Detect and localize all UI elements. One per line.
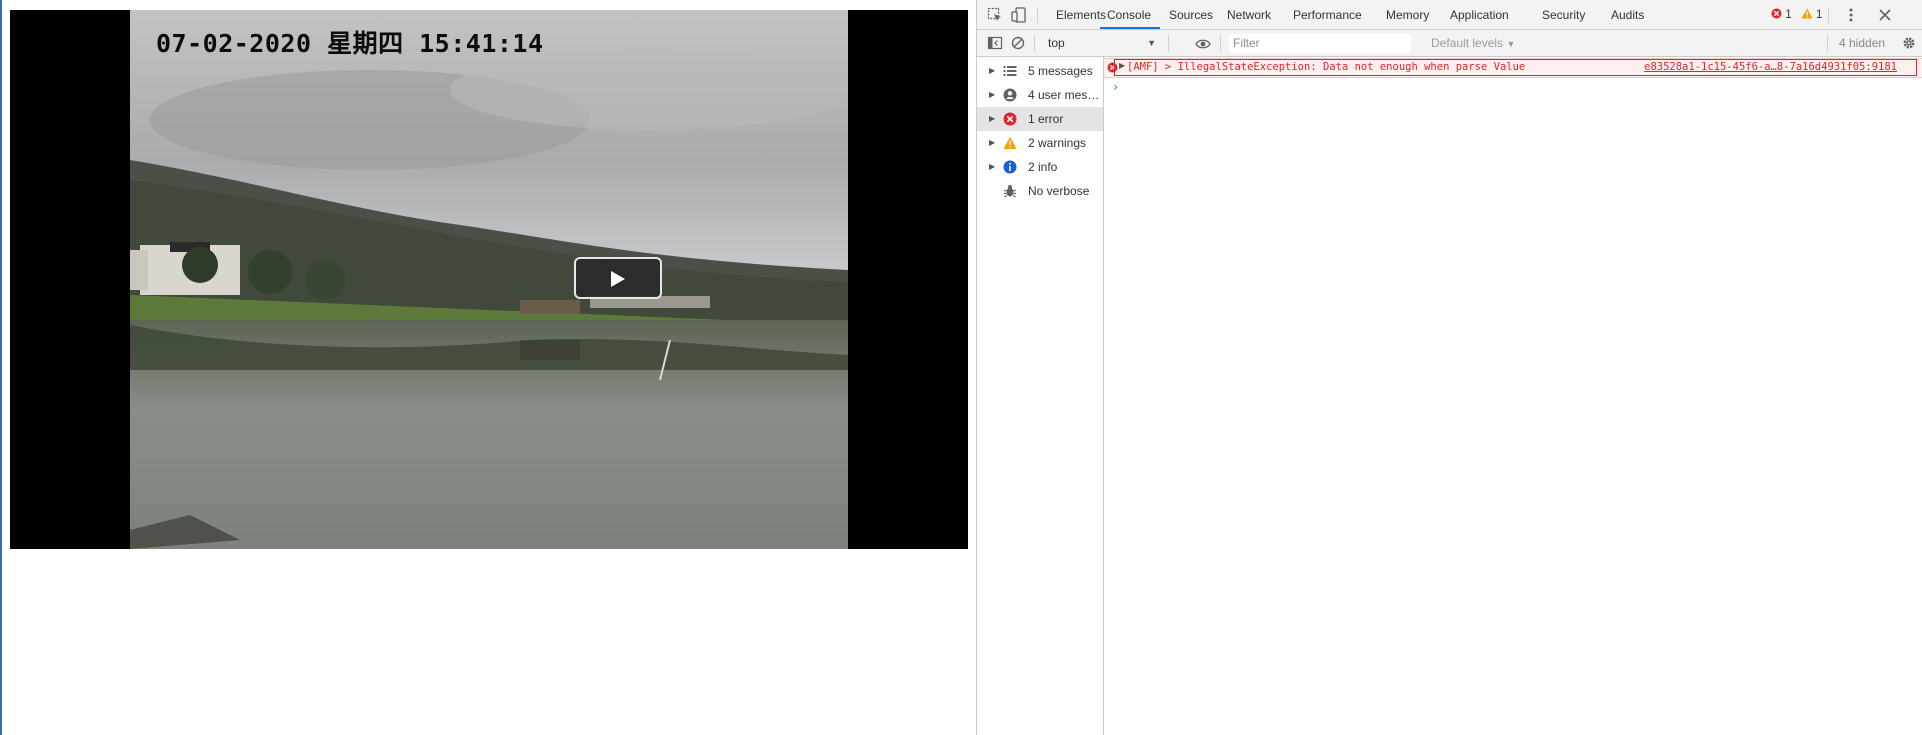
info-icon [1003, 160, 1017, 174]
sidebar-item-warnings[interactable]: ▶ 2 warnings [977, 131, 1103, 155]
sidebar-item-info[interactable]: ▶ 2 info [977, 155, 1103, 179]
tab-sources[interactable]: Sources [1162, 0, 1220, 29]
console-prompt[interactable]: › [1112, 80, 1119, 94]
video-player[interactable]: 07-02-2020 星期四 15:41:14 [10, 10, 968, 549]
devtools-panel: Elements Console Sources Network Perform… [976, 0, 1922, 735]
sidebar-label: 1 error [1028, 112, 1064, 126]
expand-arrow-icon: ▶ [989, 162, 996, 171]
console-settings-gear-icon[interactable] [1901, 35, 1917, 51]
web-page: 07-02-2020 星期四 15:41:14 [0, 0, 976, 735]
error-icon [1003, 112, 1017, 126]
clear-console-icon[interactable] [1010, 35, 1026, 51]
close-devtools-icon[interactable] [1877, 7, 1893, 23]
hidden-messages-count: 4 hidden [1839, 36, 1886, 50]
expand-arrow-icon: ▶ [989, 138, 996, 147]
list-icon [1003, 66, 1017, 76]
tab-memory[interactable]: Memory [1379, 0, 1436, 29]
inspect-element-icon[interactable] [987, 7, 1003, 23]
sidebar-item-errors[interactable]: ▶ 1 error [977, 107, 1103, 131]
sidebar-label: 4 user messages [1028, 88, 1102, 102]
filter-placeholder: Filter [1233, 36, 1260, 50]
page-edge [0, 0, 2, 735]
sidebar-label: 2 warnings [1028, 136, 1087, 150]
sidebar-label: 5 messages [1028, 64, 1093, 78]
filter-input[interactable]: Filter [1229, 34, 1411, 53]
tabbar-divider-right [1828, 7, 1829, 23]
warning-count-icon [1801, 8, 1813, 19]
console-sidebar: ▶ 5 messages ▶ 4 user messages ▶ 1 e [977, 57, 1104, 735]
sidebar-toggle-icon[interactable] [987, 35, 1003, 51]
tab-performance[interactable]: Performance [1286, 0, 1369, 29]
sidebar-item-messages[interactable]: ▶ 5 messages [977, 59, 1103, 83]
toolbar-divider [1827, 35, 1828, 52]
console-error-message[interactable]: ▶ [AMF] > IllegalStateException: Data no… [1104, 58, 1922, 78]
devtools-tabbar: Elements Console Sources Network Perform… [977, 0, 1922, 30]
user-icon [1003, 88, 1017, 102]
dropdown-arrow-icon: ▼ [1147, 38, 1156, 48]
log-levels-label: Default levels [1431, 36, 1504, 50]
video-timestamp: 07-02-2020 星期四 15:41:14 [156, 29, 544, 58]
expand-arrow-icon: ▶ [989, 114, 996, 123]
context-value: top [1048, 36, 1065, 50]
context-selector[interactable]: top ▼ [1045, 33, 1162, 53]
error-count-icon [1771, 8, 1782, 19]
tab-application[interactable]: Application [1443, 0, 1516, 29]
video-scene [130, 10, 848, 549]
tab-console[interactable]: Console [1100, 0, 1160, 29]
console-output[interactable]: ▶ [AMF] > IllegalStateException: Data no… [1104, 57, 1922, 735]
sidebar-item-user-messages[interactable]: ▶ 4 user messages [977, 83, 1103, 107]
toolbar-divider [1168, 35, 1169, 52]
expand-arrow-icon: ▶ [989, 66, 996, 75]
tab-audits[interactable]: Audits [1604, 0, 1651, 29]
warning-count: 1 [1816, 9, 1823, 21]
issue-counter[interactable]: 1 1 [1771, 8, 1822, 21]
toolbar-divider [1220, 35, 1221, 52]
log-levels-dropdown[interactable]: Default levels ▼ [1431, 34, 1515, 54]
sidebar-label: 2 info [1028, 160, 1058, 174]
sidebar-label: No verbose [1028, 184, 1090, 198]
error-source-link[interactable]: e83528a1-1c15-45f6-a…8-7a16d4931f05:9181 [1644, 61, 1897, 73]
live-expression-eye-icon[interactable] [1195, 36, 1211, 52]
more-menu-icon[interactable] [1843, 7, 1859, 23]
toolbar-divider [1034, 35, 1035, 52]
error-message-text: [AMF] > IllegalStateException: Data not … [1127, 61, 1526, 73]
device-toolbar-icon[interactable] [1011, 7, 1027, 23]
error-count: 1 [1785, 9, 1792, 21]
expand-arrow-icon: ▶ [989, 90, 996, 99]
levels-arrow-icon: ▼ [1506, 39, 1516, 49]
console-toolbar: top ▼ Filter Default levels ▼ 4 hidden [977, 30, 1922, 57]
play-icon [611, 271, 625, 287]
expand-arrow-icon[interactable]: ▶ [1119, 61, 1125, 70]
bug-icon [1003, 185, 1017, 198]
tabbar-divider [1037, 7, 1038, 23]
video-frame: 07-02-2020 星期四 15:41:14 [130, 10, 848, 549]
sidebar-item-verbose[interactable]: No verbose [977, 179, 1103, 203]
tab-security[interactable]: Security [1535, 0, 1592, 29]
tab-network[interactable]: Network [1220, 0, 1278, 29]
play-button[interactable] [574, 257, 662, 299]
warning-icon [1003, 136, 1017, 149]
